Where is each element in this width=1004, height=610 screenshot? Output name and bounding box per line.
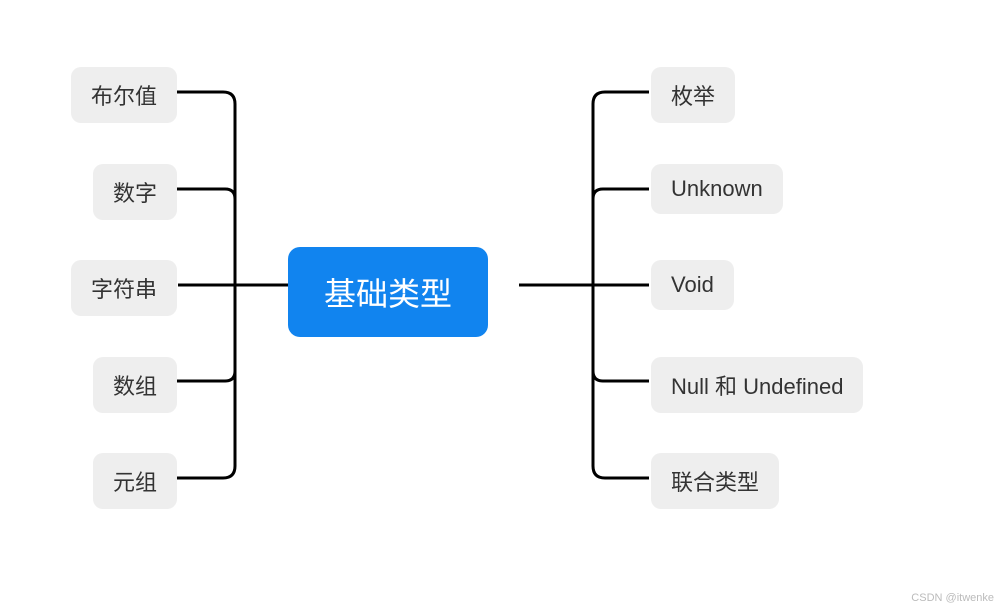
node-label: 联合类型: [671, 470, 759, 495]
center-label: 基础类型: [324, 276, 452, 312]
left-node-array: 数组: [93, 357, 177, 413]
left-node-string: 字符串: [71, 260, 177, 316]
left-node-tuple: 元组: [93, 453, 177, 509]
node-label: 元组: [113, 470, 157, 495]
node-label: Unknown: [671, 176, 763, 201]
right-node-null-undefined: Null 和 Undefined: [651, 357, 863, 413]
right-node-void: Void: [651, 260, 734, 310]
center-node: 基础类型: [288, 247, 488, 337]
node-label: 数字: [113, 181, 157, 206]
node-label: 枚举: [671, 84, 715, 109]
node-label: 数组: [113, 374, 157, 399]
watermark-text: CSDN @itwenke: [911, 592, 994, 604]
right-node-union: 联合类型: [651, 453, 779, 509]
node-label: 字符串: [91, 277, 157, 302]
right-node-enum: 枚举: [651, 67, 735, 123]
node-label: Null 和 Undefined: [671, 374, 843, 399]
right-node-unknown: Unknown: [651, 164, 783, 214]
node-label: 布尔值: [91, 84, 157, 109]
node-label: Void: [671, 272, 714, 297]
left-node-number: 数字: [93, 164, 177, 220]
watermark: CSDN @itwenke: [911, 592, 994, 604]
left-node-boolean: 布尔值: [71, 67, 177, 123]
